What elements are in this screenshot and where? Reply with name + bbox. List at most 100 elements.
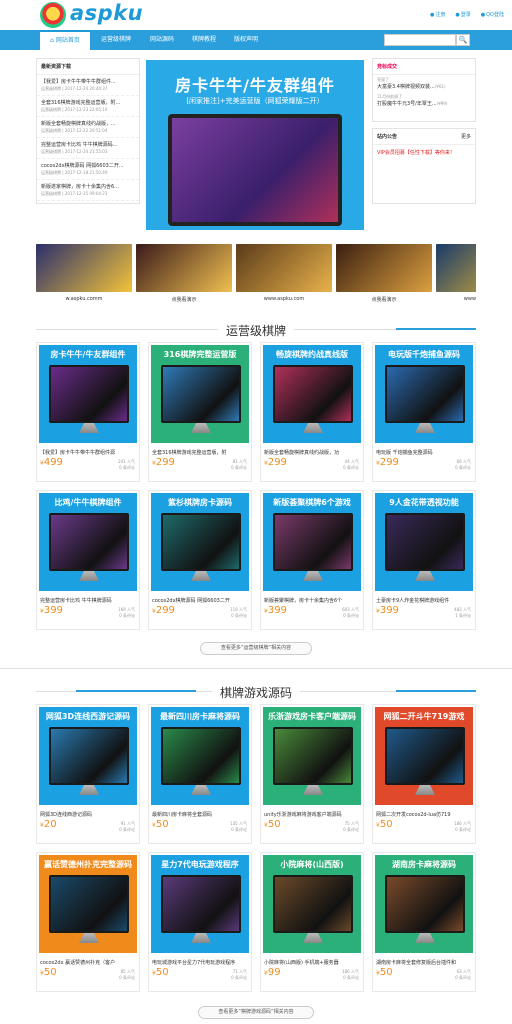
product-image[interactable]: 比鸡/牛牛棋牌组件	[39, 493, 137, 591]
product-image[interactable]: 星力7代电玩游戏程序	[151, 855, 249, 953]
product-card[interactable]: 9人金花带透视功能 土豪房卡9人炸金花棋牌游戏组件 ¥399 483 人气 1 条评论	[372, 490, 476, 630]
qq-login-link[interactable]: ●QQ登陆	[481, 11, 504, 18]
product-card[interactable]: 网狐二开斗牛719游戏 网狐二次开发cocos2d-lua仿719 ¥50 186 人…	[372, 704, 476, 844]
nav-site-source[interactable]: 网站源码	[142, 30, 182, 50]
product-image[interactable]: 网狐3D连线西游记源码	[39, 707, 137, 805]
product-name[interactable]: cocos2dx棋牌源码 网狐6603二开	[152, 597, 250, 604]
product-image[interactable]: 电玩版千炮捕鱼源码	[375, 345, 473, 443]
nav-copyright[interactable]: 版权声明	[226, 30, 266, 50]
strip-label[interactable]: 点我看演示	[336, 296, 432, 303]
product-image[interactable]: 网狐二开斗牛719游戏	[375, 707, 473, 805]
news-item-title[interactable]: 全套316棋牌游戏完整运营版，附...	[41, 99, 135, 106]
nav-home[interactable]: ⌂ 网站首页	[40, 30, 90, 50]
product-image[interactable]: 9人金花带透视功能	[375, 493, 473, 591]
notice-item[interactable]: VIP会员招募【任性下载】等你来！	[373, 145, 475, 160]
product-image[interactable]: 新版荟聚棋牌6个游戏	[263, 493, 361, 591]
product-image[interactable]: 小院麻将(山西版)	[263, 855, 361, 953]
product-card[interactable]: 比鸡/牛牛棋牌组件 完整运营房卡比鸡 牛牛棋牌源码 ¥399 169 人气 0 条评论	[36, 490, 140, 630]
product-image[interactable]: 赢话赞德州扑克完整源码	[39, 855, 137, 953]
product-card[interactable]: 乐浙游戏房卡客户端源码 unity乐浙游戏麻将游戏客户端源码 ¥50 75 人气 0 条…	[260, 704, 364, 844]
product-name[interactable]: unity乐浙游戏麻将游戏客户端源码	[264, 811, 362, 818]
nav-operational-chess[interactable]: 运营级棋牌	[92, 30, 140, 50]
product-name[interactable]: 【我爱】房卡牛牛带牛牛群组件源	[40, 449, 138, 456]
news-item-title[interactable]: cocos2dx棋牌源码 网狐6603二开...	[41, 162, 135, 169]
strip-label[interactable]: 点我看演示	[136, 296, 232, 303]
news-item-title[interactable]: 新版全套畅旋棋牌真线约战版，...	[41, 120, 135, 127]
strip-image[interactable]	[36, 244, 132, 292]
product-name[interactable]: 小院麻将(山西版) 手机端+服务器	[264, 959, 362, 966]
news-item[interactable]: 新版遂家棋牌，房卡十余集内含6... 运营级棋牌 | 2017-12-15 09:…	[37, 180, 139, 201]
strip-image[interactable]	[336, 244, 432, 292]
product-card[interactable]: 畅旋棋牌约战真线版 新版全套畅旋棋牌真线约战版，功 ¥299 44 人气 0 条评论	[260, 342, 364, 482]
product-image[interactable]: 最新四川房卡麻将源码	[151, 707, 249, 805]
product-image[interactable]: 乐浙游戏房卡客户端源码	[263, 707, 361, 805]
product-name[interactable]: 全套316棋牌游戏完整运营版，附	[152, 449, 250, 456]
login-link[interactable]: ●登录	[455, 11, 470, 18]
product-name[interactable]: 网狐3D连线西游记源码	[40, 811, 138, 818]
product-card[interactable]: 赢话赞德州扑克完整源码 cocos2dx 赢话赞德州扑克（客户 ¥50 85 人气 0 …	[36, 852, 140, 992]
news-item[interactable]: 完整运营房卡比鸡 牛牛棋牌源码... 运营级棋牌 | 2017-12-20 21:…	[37, 138, 139, 159]
strip-label[interactable]: www.aspku.com	[436, 296, 476, 302]
strip-item[interactable]: www.aspku.com	[436, 244, 476, 306]
product-card[interactable]: 网狐3D连线西游记源码 网狐3D连线西游记源码 ¥20 91 人气 0 条评论	[36, 704, 140, 844]
product-stats: 75 人气 0 条评论	[343, 821, 359, 833]
product-name[interactable]: 电玩版 千炮捕鱼完整源码	[376, 449, 474, 456]
product-card[interactable]: 316棋牌完整运营版 全套316棋牌游戏完整运营版，附 ¥299 81 人气 0 条评论	[148, 342, 252, 482]
search-input[interactable]	[384, 34, 456, 46]
product-image[interactable]: 房卡牛牛/牛友群组件	[39, 345, 137, 443]
product-image[interactable]: 316棋牌完整运营版	[151, 345, 249, 443]
product-name[interactable]: 土豪房卡9人炸金花棋牌游戏组件	[376, 597, 474, 604]
product-card[interactable]: 电玩版千炮捕鱼源码 电玩版 千炮捕鱼完整源码 ¥299 66 人气 0 条评论	[372, 342, 476, 482]
product-name[interactable]: 新版荟聚棋牌，房卡十余集内含6个	[264, 597, 362, 604]
search-button[interactable]: 🔍	[456, 34, 470, 46]
nav-tutorials[interactable]: 棋牌教程	[184, 30, 224, 50]
news-item-title[interactable]: 完整运营房卡比鸡 牛牛棋牌源码...	[41, 141, 135, 148]
product-card[interactable]: 最新四川房卡麻将源码 最新四川房卡麻将全套源码 ¥50 135 人气 0 条评论	[148, 704, 252, 844]
news-item[interactable]: cocos2dx棋牌源码 网狐6603二开... 运营级棋牌 | 2017-12-…	[37, 159, 139, 180]
product-name[interactable]: 新版全套畅旋棋牌真线约战版，功	[264, 449, 362, 456]
strip-item[interactable]: w.aspku.comm	[36, 244, 132, 306]
product-card[interactable]: 湖南房卡麻将源码 湖南房卡麻将全套修复版后台插件和 ¥50 63 人气 0 条评论	[372, 852, 476, 992]
register-link[interactable]: ●注册	[430, 11, 445, 18]
site-logo[interactable]: aspku	[70, 1, 143, 25]
product-image[interactable]: 畅旋棋牌约战真线版	[263, 345, 361, 443]
logo-icon[interactable]	[40, 2, 66, 28]
product-image-title: 9人金花带透视功能	[389, 498, 459, 507]
product-comments: 0 条评论	[119, 465, 135, 470]
news-item[interactable]: 全套316棋牌游戏完整运营版，附... 运营级棋牌 | 2017-12-23 22…	[37, 96, 139, 117]
strip-image[interactable]	[136, 244, 232, 292]
news-item[interactable]: 【我爱】房卡牛牛带牛牛群组件... 运营级棋牌 | 2017-12-24 20:4…	[37, 75, 139, 96]
product-image[interactable]: 紫杉棋牌房卡源码	[151, 493, 249, 591]
product-card[interactable]: 小院麻将(山西版) 小院麻将(山西版) 手机端+服务器 ¥99 186 人气 0 条评论	[260, 852, 364, 992]
bidding-item[interactable]: 亮晃了 大富豪3.4棋牌视频双装...(¥61)	[373, 75, 475, 92]
product-name[interactable]: 最新四川房卡麻将全套源码	[152, 811, 250, 818]
bidding-item[interactable]: 11月份前周了 打股魔牛牛元3号/年覃王...(¥99)	[373, 92, 475, 109]
strip-image[interactable]	[236, 244, 332, 292]
monitor-icon	[273, 513, 353, 571]
product-image[interactable]: 湖南房卡麻将源码	[375, 855, 473, 953]
notice-more-link[interactable]: 更多	[461, 133, 471, 140]
product-card[interactable]: 新版荟聚棋牌6个游戏 新版荟聚棋牌，房卡十余集内含6个 ¥399 603 人气 0 条评…	[260, 490, 364, 630]
product-image-title: 紫杉棋牌房卡源码	[168, 498, 232, 507]
product-card[interactable]: 房卡牛牛/牛友群组件 【我爱】房卡牛牛带牛牛群组件源 ¥499 241 人气 0 条评论	[36, 342, 140, 482]
product-name[interactable]: cocos2dx 赢话赞德州扑克（客户	[40, 959, 138, 966]
news-item[interactable]: 新版全套畅旋棋牌真线约战版，... 运营级棋牌 | 2017-12-22 20:5…	[37, 117, 139, 138]
main-banner[interactable]: 房卡牛牛/牛友群组件 [闲家推注]+完美运营版（网狐荣耀版二开）	[146, 60, 364, 230]
product-card[interactable]: 紫杉棋牌房卡源码 cocos2dx棋牌源码 网狐6603二开 ¥299 119 人气 0…	[148, 490, 252, 630]
product-name[interactable]: 湖南房卡麻将全套修复版后台插件和	[376, 959, 474, 966]
strip-item[interactable]: 点我看演示	[336, 244, 432, 306]
strip-label[interactable]: www.aspku.com	[236, 296, 332, 302]
product-name[interactable]: 网狐二次开发cocos2d-lua仿719	[376, 811, 474, 818]
more-source-button[interactable]: 查看更多“棋牌游戏源码”相关内容	[198, 1006, 314, 1019]
strip-image[interactable]	[436, 244, 476, 292]
strip-item[interactable]: www.aspku.com	[236, 244, 332, 306]
product-card[interactable]: 星力7代电玩游戏程序 电玩城游戏平台星力7代电玩游戏程序 ¥50 71 人气 0 条评论	[148, 852, 252, 992]
strip-label[interactable]: w.aspku.comm	[36, 296, 132, 302]
more-operational-button[interactable]: 查看更多“运营级棋牌”相关内容	[200, 642, 312, 655]
product-name[interactable]: 完整运营房卡比鸡 牛牛棋牌源码	[40, 597, 138, 604]
strip-item[interactable]: 点我看演示	[136, 244, 232, 306]
news-item-title[interactable]: 新版遂家棋牌，房卡十余集内含6...	[41, 183, 135, 190]
product-name[interactable]: 电玩城游戏平台星力7代电玩游戏程序	[152, 959, 250, 966]
news-item-title[interactable]: 【我爱】房卡牛牛带牛牛群组件...	[41, 78, 135, 85]
product-comments: 0 条评论	[231, 613, 247, 618]
